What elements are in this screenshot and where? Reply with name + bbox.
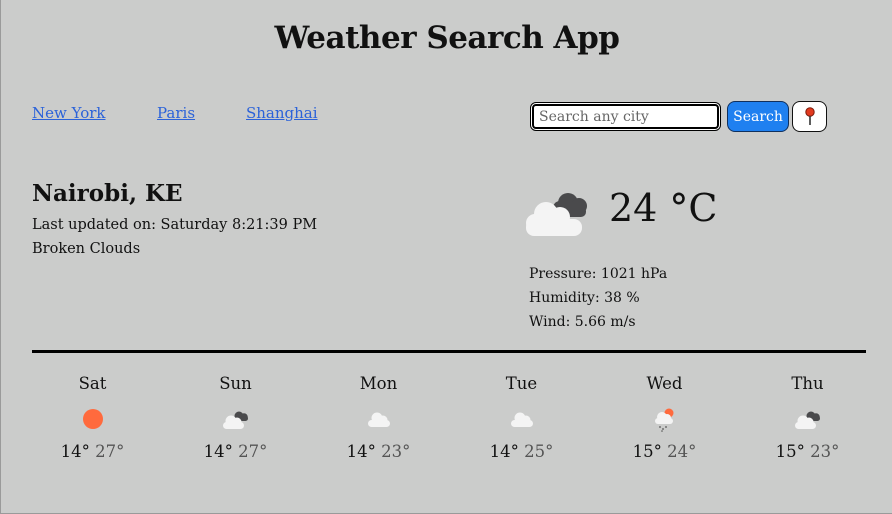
search-input[interactable] bbox=[530, 102, 721, 131]
forecast-day-name: Sun bbox=[219, 374, 252, 393]
forecast-min-temp: 14° bbox=[489, 442, 519, 461]
forecast-day-name: Wed bbox=[646, 374, 683, 393]
broken-clouds-icon bbox=[522, 186, 598, 242]
sun-icon bbox=[21, 404, 164, 434]
city-link-paris[interactable]: Paris bbox=[157, 104, 195, 122]
forecast-max-temp: 25° bbox=[524, 442, 554, 461]
location-button[interactable] bbox=[792, 101, 827, 132]
forecast-temps: 14° 25° bbox=[450, 442, 593, 461]
forecast-row: Sat 14° 27° Sun 14° 27° Mon 14° 23° Tue … bbox=[21, 374, 879, 461]
forecast-day: Mon 14° 23° bbox=[307, 374, 450, 461]
pushpin-icon bbox=[804, 106, 815, 125]
last-updated-text: Last updated on: Saturday 8:21:39 PM bbox=[32, 217, 318, 233]
forecast-max-temp: 23° bbox=[810, 442, 840, 461]
forecast-day: Thu 15° 23° bbox=[736, 374, 879, 461]
city-link-new-york[interactable]: New York bbox=[32, 104, 106, 122]
forecast-day: Sun 14° 27° bbox=[164, 374, 307, 461]
forecast-min-temp: 15° bbox=[632, 442, 662, 461]
city-link-shanghai[interactable]: Shanghai bbox=[246, 104, 318, 122]
forecast-temps: 15° 23° bbox=[736, 442, 879, 461]
forecast-temps: 15° 24° bbox=[593, 442, 736, 461]
rain-sun-icon bbox=[593, 404, 736, 434]
broken-clouds-icon bbox=[164, 404, 307, 434]
humidity-text: Humidity: 38 % bbox=[529, 290, 640, 306]
forecast-temps: 14° 23° bbox=[307, 442, 450, 461]
forecast-min-temp: 14° bbox=[346, 442, 376, 461]
forecast-min-temp: 14° bbox=[60, 442, 90, 461]
section-divider bbox=[32, 350, 866, 353]
search-button[interactable]: Search bbox=[727, 101, 789, 132]
current-city-name: Nairobi, KE bbox=[32, 180, 183, 207]
weather-condition-text: Broken Clouds bbox=[32, 241, 141, 257]
cloud-icon bbox=[450, 404, 593, 434]
forecast-max-temp: 23° bbox=[381, 442, 411, 461]
broken-clouds-icon bbox=[736, 404, 879, 434]
forecast-day-name: Mon bbox=[359, 374, 398, 393]
current-temperature: 24 °C bbox=[609, 186, 718, 230]
forecast-max-temp: 24° bbox=[667, 442, 697, 461]
forecast-day: Wed 15° 24° bbox=[593, 374, 736, 461]
forecast-day: Tue 14° 25° bbox=[450, 374, 593, 461]
forecast-temps: 14° 27° bbox=[164, 442, 307, 461]
pressure-text: Pressure: 1021 hPa bbox=[529, 266, 668, 282]
forecast-max-temp: 27° bbox=[95, 442, 125, 461]
forecast-day: Sat 14° 27° bbox=[21, 374, 164, 461]
forecast-day-name: Sat bbox=[78, 374, 107, 393]
forecast-min-temp: 15° bbox=[775, 442, 805, 461]
forecast-day-name: Thu bbox=[791, 374, 824, 393]
forecast-min-temp: 14° bbox=[203, 442, 233, 461]
cloud-icon bbox=[307, 404, 450, 434]
forecast-max-temp: 27° bbox=[238, 442, 268, 461]
page-title: Weather Search App bbox=[274, 20, 620, 56]
forecast-day-name: Tue bbox=[505, 374, 538, 393]
forecast-temps: 14° 27° bbox=[21, 442, 164, 461]
wind-text: Wind: 5.66 m/s bbox=[529, 314, 636, 330]
